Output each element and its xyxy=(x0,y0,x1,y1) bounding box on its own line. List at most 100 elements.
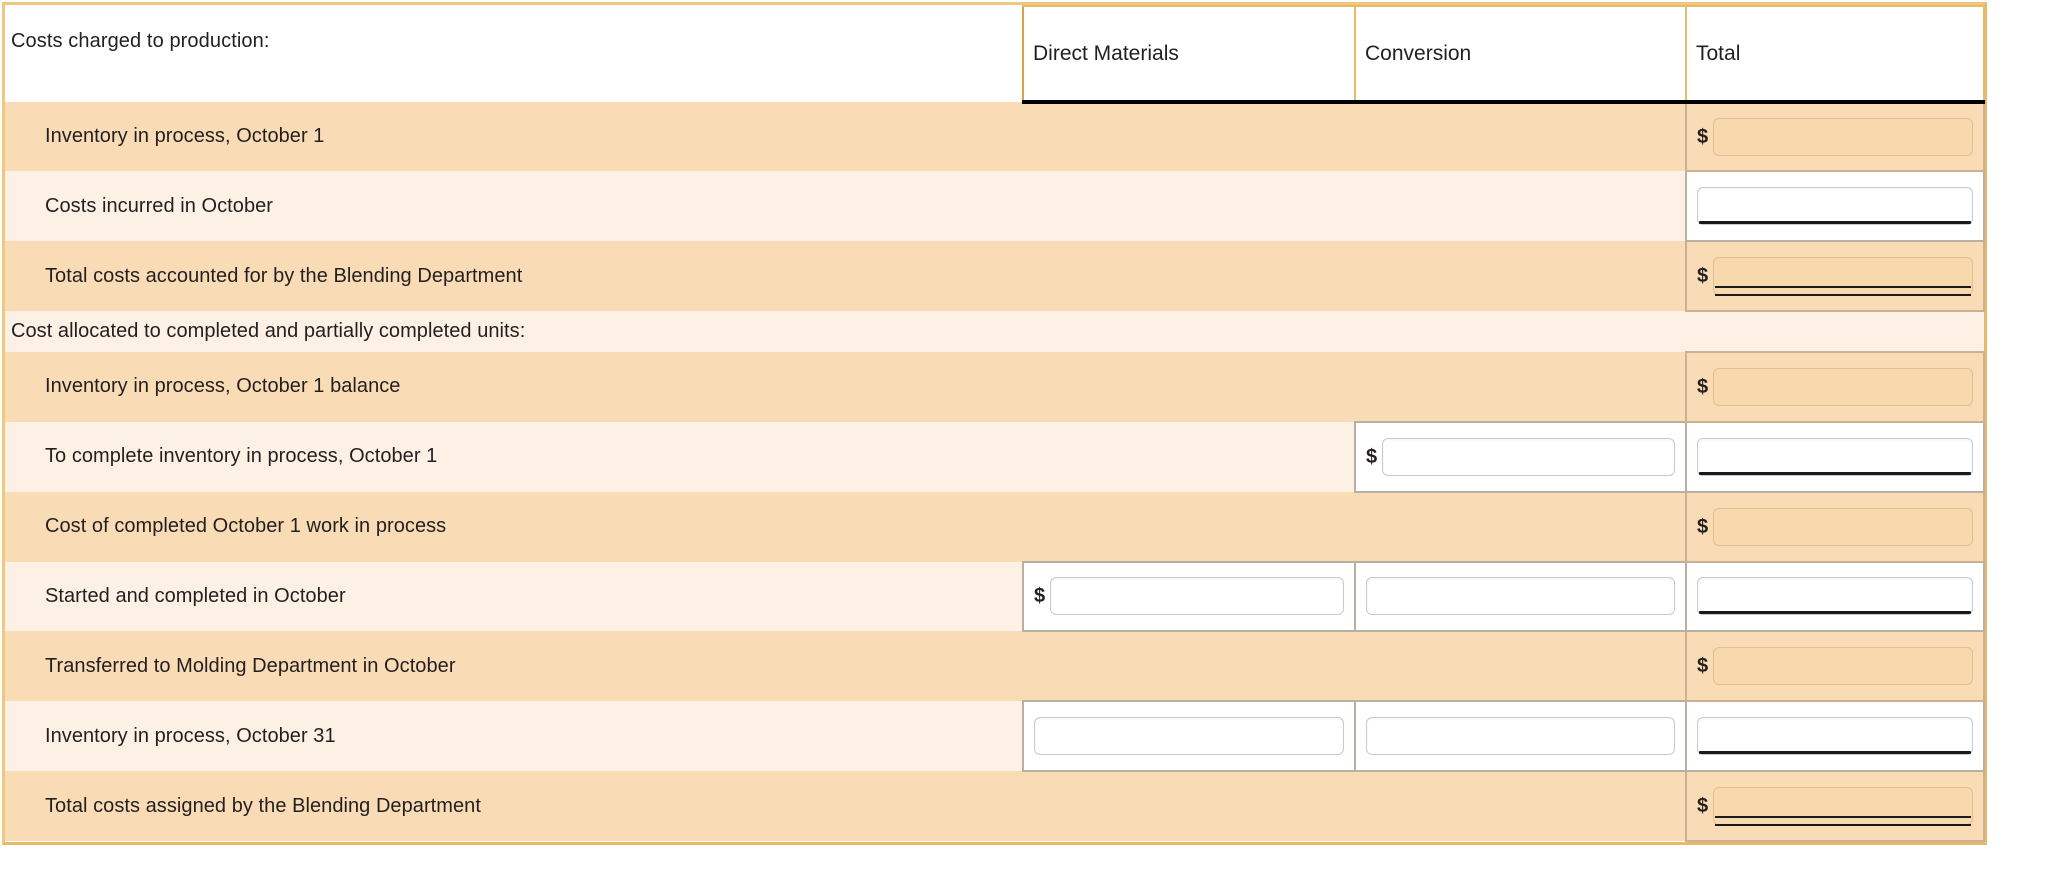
column-header-conversion: Conversion xyxy=(1354,5,1687,104)
currency-symbol-icon: $ xyxy=(1697,655,1709,678)
input-direct_materials-row-6[interactable] xyxy=(1050,577,1344,616)
input-total-row-4[interactable] xyxy=(1697,437,1973,476)
cell-total-row-4: $ xyxy=(1685,420,1985,493)
section-title-cost-allocated: Cost allocated to completed and partiall… xyxy=(11,320,526,343)
underline-none xyxy=(1713,117,1973,156)
underline-none xyxy=(1382,437,1675,476)
table-row: Costs incurred in October $ xyxy=(5,170,1985,243)
cell-direct_materials-row-5 xyxy=(1023,492,1355,562)
underline-none xyxy=(1366,577,1675,616)
underline-double xyxy=(1713,257,1973,297)
column-header-total: Total xyxy=(1685,5,1985,104)
cell-conversion-row-3 xyxy=(1355,352,1686,422)
table-row: Started and completed in October $ $ $ xyxy=(5,560,1985,633)
cell-direct_materials-row-4 xyxy=(1023,422,1355,492)
cell-conversion-row-9 xyxy=(1355,771,1686,841)
table-row: To complete inventory in process, Octobe… xyxy=(5,420,1985,493)
row-label: Started and completed in October xyxy=(45,584,346,607)
field-wrap-total-row-6: $ xyxy=(1697,577,1973,616)
row-label: Inventory in process, October 1 balance xyxy=(45,375,401,398)
section-title-costs-charged: Costs charged to production: xyxy=(11,30,270,52)
field-wrap-total-row-1: $ xyxy=(1697,187,1973,226)
underline-none xyxy=(1050,577,1344,616)
cell-total-row-2: $ xyxy=(1685,240,1985,312)
underline-none xyxy=(1713,647,1973,686)
section-row-spacer xyxy=(1355,311,1686,352)
field-wrap-total-row-7: $ xyxy=(1697,647,1973,686)
table-row: Cost of completed October 1 work in proc… xyxy=(5,490,1985,563)
input-conversion-row-8[interactable] xyxy=(1366,717,1675,756)
cell-direct_materials-row-3 xyxy=(1023,352,1355,422)
cell-total-row-3: $ xyxy=(1685,351,1985,423)
field-wrap-total-row-4: $ xyxy=(1697,437,1973,476)
table-row: Inventory in process, October 31 $ $ $ xyxy=(5,700,1985,773)
row-label: Total costs accounted for by the Blendin… xyxy=(45,264,523,287)
row-label: Inventory in process, October 1 xyxy=(45,124,325,147)
currency-symbol-icon: $ xyxy=(1366,445,1378,468)
input-total-row-5 xyxy=(1713,507,1973,546)
input-total-row-9 xyxy=(1713,787,1973,826)
table-row: Inventory in process, October 1 balance $ xyxy=(5,351,1985,423)
input-total-row-0 xyxy=(1713,117,1973,156)
input-total-row-8[interactable] xyxy=(1697,717,1973,756)
currency-symbol-icon: $ xyxy=(1697,795,1709,818)
field-wrap-total-row-2: $ xyxy=(1697,257,1973,297)
underline-double xyxy=(1713,787,1973,827)
underline-none xyxy=(1713,367,1973,406)
table-row: Transferred to Molding Department in Oct… xyxy=(5,630,1985,703)
underline-single xyxy=(1697,717,1973,756)
field-wrap-direct_materials-row-8: $ xyxy=(1034,717,1344,756)
cost-allocation-table: Costs charged to production: Direct Mater… xyxy=(5,5,1985,842)
section-row-spacer xyxy=(1686,311,1984,352)
cell-direct_materials-row-6: $ xyxy=(1022,560,1356,633)
cell-total-row-5: $ xyxy=(1685,490,1985,563)
column-header-conversion-label: Conversion xyxy=(1365,41,1472,65)
column-header-direct-materials-label: Direct Materials xyxy=(1033,41,1179,65)
cell-conversion-row-7 xyxy=(1355,631,1686,701)
cell-total-row-1: $ xyxy=(1685,170,1985,243)
currency-symbol-icon: $ xyxy=(1697,375,1709,398)
cell-conversion-row-5 xyxy=(1355,492,1686,562)
cell-total-row-6: $ xyxy=(1685,560,1985,633)
cell-conversion-row-1 xyxy=(1355,171,1686,241)
row-label: Transferred to Molding Department in Oct… xyxy=(45,654,456,677)
cell-total-row-8: $ xyxy=(1685,700,1985,773)
underline-none xyxy=(1034,717,1344,756)
currency-symbol-icon: $ xyxy=(1697,265,1709,288)
underline-single xyxy=(1697,187,1973,226)
cell-direct_materials-row-1 xyxy=(1023,171,1355,241)
column-header-direct-materials: Direct Materials xyxy=(1022,5,1356,104)
row-label: Inventory in process, October 31 xyxy=(45,724,336,747)
row-label: Costs incurred in October xyxy=(45,194,274,217)
field-wrap-conversion-row-4: $ xyxy=(1366,437,1675,476)
input-conversion-row-4[interactable] xyxy=(1382,437,1675,476)
cell-total-row-0: $ xyxy=(1685,100,1985,173)
input-total-row-6[interactable] xyxy=(1697,577,1973,616)
cell-conversion-row-6: $ xyxy=(1354,560,1687,633)
table-row: Total costs accounted for by the Blendin… xyxy=(5,240,1985,312)
underline-single xyxy=(1697,437,1973,476)
underline-single xyxy=(1697,577,1973,616)
cell-conversion-row-0 xyxy=(1355,102,1686,172)
table-row: Inventory in process, October 1 $ xyxy=(5,100,1985,173)
input-total-row-3 xyxy=(1713,367,1973,406)
column-header-total-label: Total xyxy=(1696,41,1741,65)
field-wrap-total-row-0: $ xyxy=(1697,117,1973,156)
row-label: To complete inventory in process, Octobe… xyxy=(45,445,438,468)
input-conversion-row-6[interactable] xyxy=(1366,577,1675,616)
input-total-row-7 xyxy=(1713,647,1973,686)
field-wrap-direct_materials-row-6: $ xyxy=(1034,577,1344,616)
input-total-row-1[interactable] xyxy=(1697,187,1973,226)
input-direct_materials-row-8[interactable] xyxy=(1034,717,1344,756)
field-wrap-total-row-3: $ xyxy=(1697,367,1973,406)
cell-direct_materials-row-2 xyxy=(1023,241,1355,311)
currency-symbol-icon: $ xyxy=(1697,125,1709,148)
field-wrap-total-row-9: $ xyxy=(1697,787,1973,827)
cell-conversion-row-8: $ xyxy=(1354,700,1687,773)
field-wrap-total-row-5: $ xyxy=(1697,507,1973,546)
cell-conversion-row-2 xyxy=(1355,241,1686,311)
field-wrap-total-row-8: $ xyxy=(1697,717,1973,756)
row-label: Cost of completed October 1 work in proc… xyxy=(45,515,447,538)
section-row-spacer xyxy=(1023,311,1355,352)
table-row: Total costs assigned by the Blending Dep… xyxy=(5,770,1985,842)
